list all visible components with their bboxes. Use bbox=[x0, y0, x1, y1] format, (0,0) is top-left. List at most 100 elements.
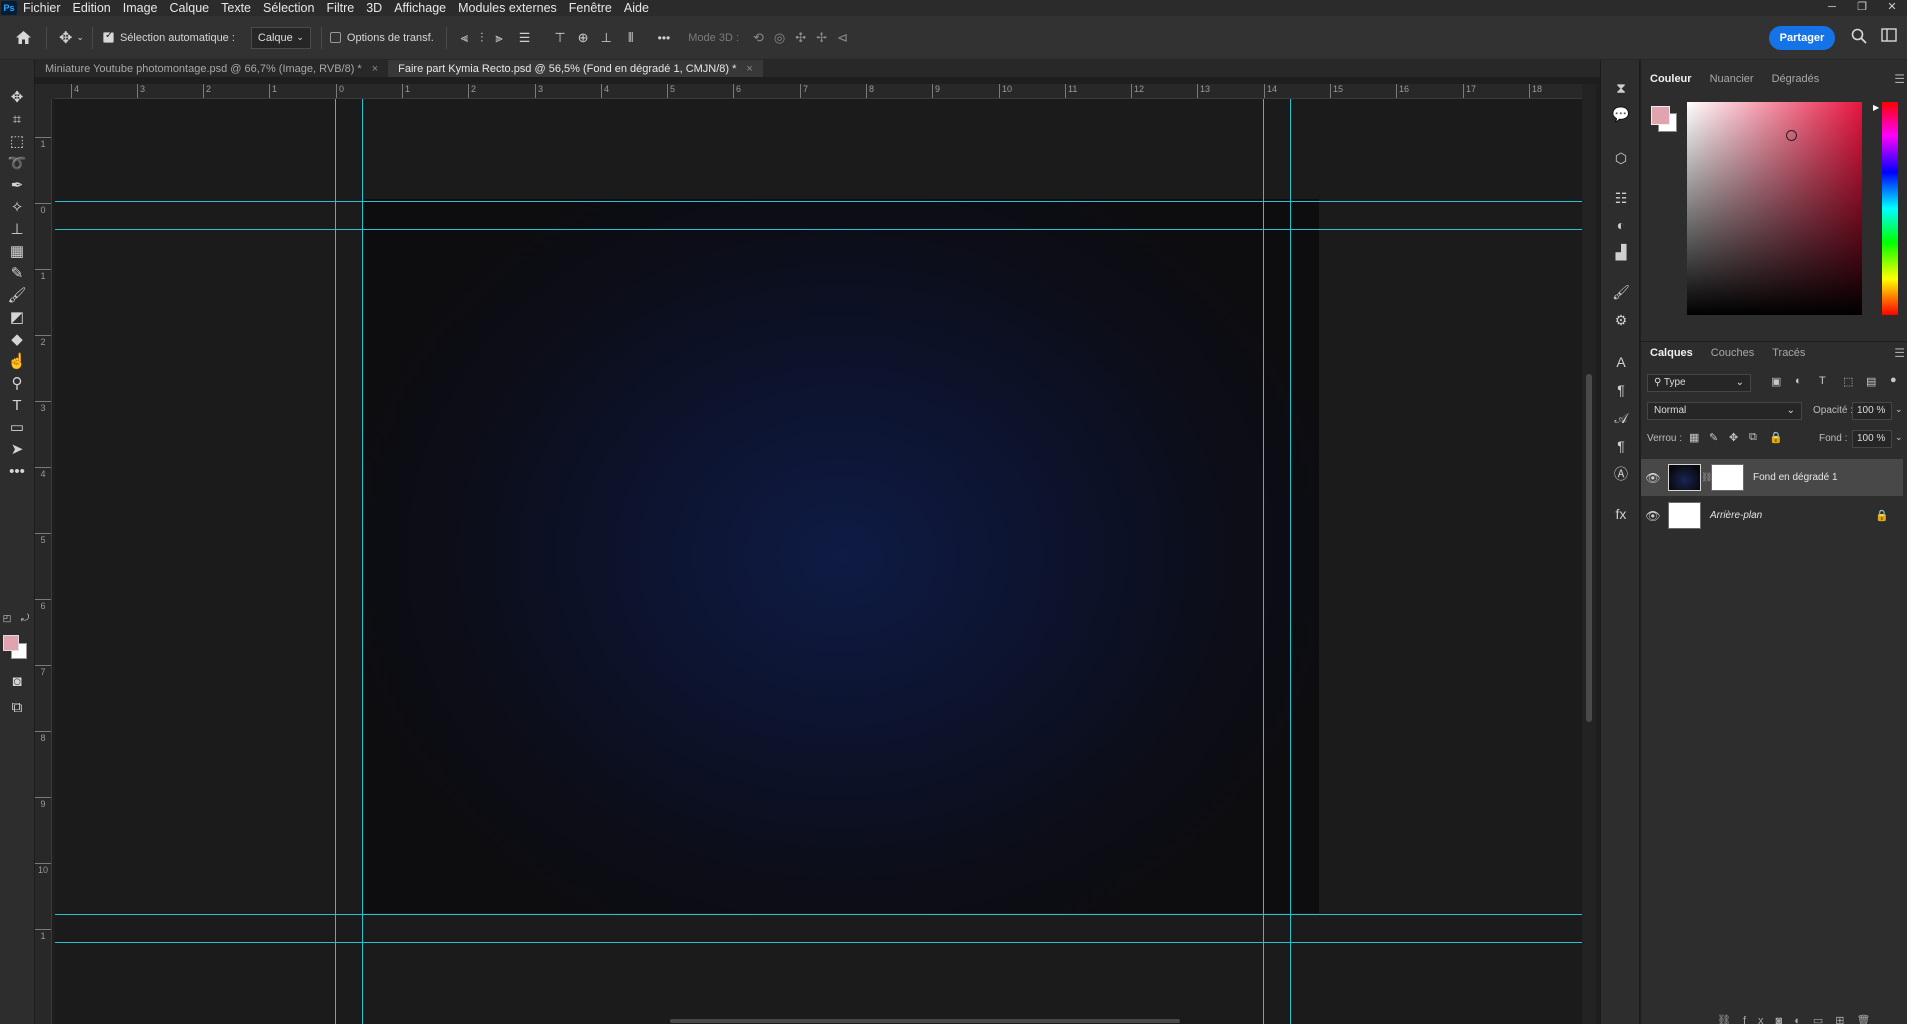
menu-affichage[interactable]: Affichage bbox=[388, 0, 452, 16]
tab-couleur[interactable]: Couleur bbox=[1641, 68, 1701, 90]
hue-slider[interactable] bbox=[1882, 102, 1898, 315]
3d-icon[interactable]: ⬡ bbox=[1610, 148, 1632, 168]
panel-menu-icon[interactable]: ☰ bbox=[1894, 346, 1905, 360]
default-colors-icon[interactable]: ◰ bbox=[0, 612, 14, 624]
workspace-icon[interactable] bbox=[1881, 28, 1897, 42]
visibility-eye-icon[interactable]: 👁 bbox=[1641, 471, 1665, 485]
lasso-tool-icon[interactable]: ➰ bbox=[5, 152, 29, 174]
adjustments-icon[interactable]: ◐ bbox=[1610, 215, 1632, 235]
menu-fenetre[interactable]: Fenêtre bbox=[563, 0, 618, 16]
vertical-guide[interactable] bbox=[1263, 99, 1264, 1024]
visibility-eye-icon[interactable]: 👁 bbox=[1641, 509, 1665, 523]
filter-smart-object-icon[interactable]: ▤ bbox=[1866, 375, 1876, 388]
tool-presets-icon[interactable]: ⚙ bbox=[1610, 310, 1632, 330]
eyedropper-tool-icon[interactable]: ✎ bbox=[5, 262, 29, 284]
character-styles-icon[interactable]: Ⓐ bbox=[1610, 464, 1632, 484]
histogram-icon[interactable]: ▟ bbox=[1610, 242, 1632, 262]
screen-mode-icon[interactable]: ⧉ bbox=[5, 696, 29, 718]
align-right-icon[interactable]: ⫸ bbox=[495, 30, 502, 46]
tab-traces[interactable]: Tracés bbox=[1763, 342, 1814, 363]
hue-marker-icon[interactable]: ▶ bbox=[1873, 103, 1879, 112]
move-tool-preset-icon[interactable]: ✥ bbox=[59, 28, 72, 48]
rectangle-tool-icon[interactable]: ▭ bbox=[5, 416, 29, 438]
filter-pixel-icon[interactable]: ▣ bbox=[1771, 375, 1781, 388]
align-vertical-center-icon[interactable]: ⊕ bbox=[578, 30, 589, 46]
vertical-scrollbar[interactable] bbox=[1582, 84, 1596, 1024]
tab-degrades[interactable]: Dégradés bbox=[1763, 68, 1829, 90]
horizontal-guide[interactable] bbox=[55, 229, 1582, 230]
align-top-icon[interactable]: ⊤ bbox=[554, 30, 565, 46]
align-bottom-icon[interactable]: ⊥ bbox=[601, 30, 612, 46]
auto-select-dropdown[interactable]: Calque ⌄ bbox=[250, 26, 311, 49]
search-icon[interactable] bbox=[1851, 28, 1867, 44]
tab-nuancier[interactable]: Nuancier bbox=[1701, 68, 1763, 90]
filter-toggle-icon[interactable]: ● bbox=[1890, 374, 1897, 386]
lock-transparent-pixels-icon[interactable]: ▦ bbox=[1689, 431, 1699, 444]
blend-mode-dropdown[interactable]: Normal ⌄ bbox=[1647, 402, 1802, 420]
layer-name[interactable]: Arrière-plan bbox=[1710, 510, 1762, 521]
lock-position-icon[interactable]: ✥ bbox=[1729, 431, 1738, 444]
glyphs-icon[interactable]: 𝒜 bbox=[1610, 408, 1632, 428]
menu-selection[interactable]: Sélection bbox=[257, 0, 320, 16]
close-icon[interactable]: × bbox=[372, 63, 378, 75]
layer-row-fond-en-degrade[interactable]: 👁 ⛓ Fond en dégradé 1 bbox=[1641, 459, 1903, 496]
crop-tool-icon[interactable]: ⌗ bbox=[5, 108, 29, 130]
lock-artboard-icon[interactable]: ⧉ bbox=[1749, 431, 1757, 444]
menu-calque[interactable]: Calque bbox=[164, 0, 216, 16]
lock-image-pixels-icon[interactable]: ✎ bbox=[1709, 431, 1718, 444]
more-options-icon[interactable]: ••• bbox=[658, 31, 671, 45]
marquee-tool-icon[interactable]: ⬚ bbox=[5, 130, 29, 152]
filter-type-icon[interactable]: T bbox=[1819, 375, 1826, 387]
history-icon[interactable]: ⧗ bbox=[1610, 78, 1632, 98]
close-window-button[interactable]: ✕ bbox=[1877, 0, 1907, 16]
slide-3d-icon[interactable]: ✢ bbox=[816, 30, 827, 46]
smudge-tool-icon[interactable]: ☝ bbox=[5, 350, 29, 372]
tab-miniature-youtube[interactable]: Miniature Youtube photomontage.psd @ 66,… bbox=[35, 60, 388, 77]
vertical-ruler[interactable]: 1 0 1 2 3 4 5 6 7 8 9 10 1 bbox=[35, 99, 52, 1024]
link-chain-icon[interactable]: ⛓ bbox=[1701, 472, 1712, 483]
vertical-scrollbar-thumb[interactable] bbox=[1586, 374, 1592, 722]
paragraph-icon[interactable]: ¶ bbox=[1610, 380, 1632, 400]
vertical-guide[interactable] bbox=[362, 99, 363, 1024]
scale-3d-icon[interactable]: ⊲ bbox=[837, 30, 848, 46]
dodge-tool-icon[interactable]: ⚲ bbox=[5, 372, 29, 394]
swap-colors-icon[interactable]: ⤾ bbox=[18, 612, 32, 624]
horizontal-scrollbar-thumb[interactable] bbox=[670, 1019, 1180, 1023]
menu-aide[interactable]: Aide bbox=[618, 0, 655, 16]
horizontal-guide[interactable] bbox=[55, 914, 1582, 915]
delete-layer-icon[interactable]: 🗑 bbox=[1856, 1015, 1882, 1024]
eraser-tool-icon[interactable]: ◩ bbox=[5, 306, 29, 328]
chevron-down-icon[interactable]: ⌄ bbox=[1895, 432, 1903, 443]
distribute-vertical-icon[interactable]: ☰ bbox=[519, 30, 531, 46]
menu-filtre[interactable]: Filtre bbox=[320, 0, 360, 16]
vertical-guide[interactable] bbox=[335, 99, 336, 1024]
menu-edition[interactable]: Edition bbox=[67, 0, 117, 16]
character-icon[interactable]: A bbox=[1610, 352, 1632, 372]
lock-all-icon[interactable]: 🔒 bbox=[1769, 431, 1783, 444]
picker-foreground-swatch[interactable] bbox=[1651, 106, 1670, 125]
menu-3d[interactable]: 3D bbox=[360, 0, 388, 16]
tab-couches[interactable]: Couches bbox=[1702, 342, 1763, 363]
new-group-icon[interactable]: ▭ bbox=[1813, 1015, 1835, 1024]
filter-adjustment-icon[interactable]: ◐ bbox=[1795, 375, 1802, 387]
pan-3d-icon[interactable]: ✣ bbox=[795, 30, 806, 46]
add-layer-style-icon[interactable]: fx bbox=[1743, 1015, 1776, 1024]
menu-image[interactable]: Image bbox=[117, 0, 164, 16]
magic-wand-tool-icon[interactable]: ✧ bbox=[5, 196, 29, 218]
paragraph-styles-icon[interactable]: ¶ bbox=[1610, 436, 1632, 456]
brush-settings-icon[interactable]: 🖌 bbox=[1610, 282, 1632, 302]
align-horizontal-center-icon[interactable]: ⫶ bbox=[480, 30, 483, 46]
roll-3d-icon[interactable]: ◎ bbox=[774, 30, 785, 46]
color-saturation-field[interactable] bbox=[1687, 102, 1862, 315]
restore-button[interactable]: ❐ bbox=[1847, 0, 1877, 16]
brush-tool-icon[interactable]: 🖌 bbox=[5, 284, 29, 306]
paint-bucket-tool-icon[interactable]: ◆ bbox=[5, 328, 29, 350]
horizontal-guide[interactable] bbox=[55, 201, 1582, 202]
transform-controls-checkbox[interactable]: Options de transf. bbox=[329, 32, 434, 44]
panel-menu-icon[interactable]: ☰ bbox=[1894, 72, 1905, 86]
add-mask-icon[interactable]: ◙ bbox=[1776, 1015, 1795, 1024]
canvas-workspace[interactable] bbox=[55, 99, 1582, 1024]
menu-modules-externes[interactable]: Modules externes bbox=[452, 0, 563, 16]
pen-tool-icon[interactable]: ✒ bbox=[5, 174, 29, 196]
chevron-down-icon[interactable]: ⌄ bbox=[1895, 404, 1903, 415]
